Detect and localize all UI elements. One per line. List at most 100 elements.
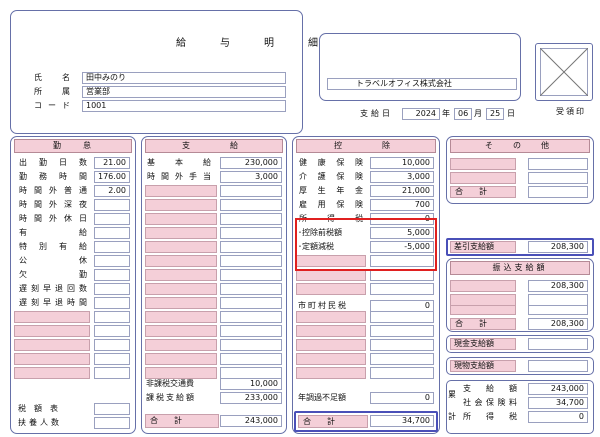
- other-row-field-2[interactable]: [528, 172, 588, 184]
- deduction-blank-field[interactable]: [370, 339, 434, 351]
- net-pay-label: 差引支給額: [450, 241, 516, 253]
- cash-label: 現金支給額: [450, 338, 516, 350]
- resident-tax-field[interactable]: 0: [370, 300, 434, 312]
- pay-blank-field[interactable]: [220, 227, 282, 239]
- company-name-field[interactable]: トラベルオフィス株式会社: [327, 78, 517, 90]
- taxable-total-field[interactable]: 233,000: [220, 392, 282, 404]
- dependents-field[interactable]: [94, 417, 130, 429]
- deduction-blank-field[interactable]: [370, 283, 434, 295]
- other-row-label-1: [450, 158, 516, 170]
- code-label: コード: [34, 101, 76, 110]
- pay-blank-field[interactable]: [220, 297, 282, 309]
- pay-row-field[interactable]: 3,000: [220, 171, 282, 183]
- attendance-row-field[interactable]: [94, 227, 130, 239]
- cumulative-row-label: 所得税: [463, 412, 517, 421]
- deduction-blank-label: [296, 311, 366, 323]
- attendance-blank-label: [14, 353, 90, 365]
- resident-tax-label: 市町村民税: [298, 301, 348, 310]
- attendance-blank-field[interactable]: [94, 353, 130, 365]
- nontax-commute-field[interactable]: 10,000: [220, 378, 282, 390]
- payday-year-field[interactable]: 2024: [402, 108, 440, 120]
- attendance-row-field[interactable]: [94, 269, 130, 281]
- cumulative-row-field[interactable]: 0: [528, 411, 588, 423]
- pay-total-field[interactable]: 243,000: [220, 415, 282, 427]
- other-row-label-2: [450, 172, 516, 184]
- deduction-row-field[interactable]: 700: [370, 199, 434, 211]
- transfer-row-field-3[interactable]: [528, 305, 588, 315]
- attendance-row-field[interactable]: 21.00: [94, 157, 130, 169]
- pay-blank-field[interactable]: [220, 269, 282, 281]
- attendance-row-label: 公休: [19, 256, 87, 265]
- dept-field[interactable]: 営業部: [82, 86, 286, 98]
- deduction-blank-field[interactable]: [370, 353, 434, 365]
- deduction-blank-field[interactable]: [370, 325, 434, 337]
- attendance-row-label: 遅刻早退回数: [19, 284, 87, 293]
- pay-blank-field[interactable]: [220, 241, 282, 253]
- attendance-row-label: 遅刻早退時間: [19, 298, 87, 307]
- yearend-adjust-field[interactable]: 0: [370, 392, 434, 404]
- deduction-blank-field[interactable]: [370, 367, 434, 379]
- attendance-row-label: 勤務時間: [19, 172, 87, 181]
- deduction-blank-field[interactable]: [370, 311, 434, 323]
- attendance-row-field[interactable]: 2.00: [94, 185, 130, 197]
- deduction-row-field[interactable]: 21,000: [370, 185, 434, 197]
- pay-blank-field[interactable]: [220, 213, 282, 225]
- deduction-row-field[interactable]: 3,000: [370, 171, 434, 183]
- other-row-field-1[interactable]: [528, 158, 588, 170]
- deduction-total-field[interactable]: 34,700: [370, 415, 434, 427]
- deduction-row-label: 厚生年金: [299, 186, 363, 195]
- transfer-row-label-3: [450, 305, 516, 315]
- tax-table-label: 税額表: [18, 404, 66, 413]
- attendance-blank-field[interactable]: [94, 367, 130, 379]
- tax-table-field[interactable]: [94, 403, 130, 415]
- deduction-row-label: 健康保険: [299, 158, 363, 167]
- transfer-row-field-1[interactable]: 208,300: [528, 280, 588, 292]
- taxable-total-label: 課税支給額: [146, 393, 196, 402]
- attendance-blank-field[interactable]: [94, 311, 130, 323]
- cumulative-row-field[interactable]: 243,000: [528, 383, 588, 395]
- payday-month-field[interactable]: 06: [454, 108, 472, 120]
- payday-day-field[interactable]: 25: [486, 108, 504, 120]
- transfer-total-field[interactable]: 208,300: [528, 318, 588, 330]
- cash-field[interactable]: [528, 338, 588, 350]
- pay-blank-label: [145, 339, 217, 351]
- transfer-header: 振込支給額: [450, 261, 590, 275]
- other-total-field[interactable]: [528, 186, 588, 198]
- goods-field[interactable]: [528, 360, 588, 372]
- attendance-row-field[interactable]: 176.00: [94, 171, 130, 183]
- code-field[interactable]: 1001: [82, 100, 286, 112]
- attendance-row-field[interactable]: [94, 199, 130, 211]
- pay-blank-field[interactable]: [220, 199, 282, 211]
- cumulative-row-field[interactable]: 34,700: [528, 397, 588, 409]
- attendance-row-field[interactable]: [94, 241, 130, 253]
- attendance-blank-label: [14, 311, 90, 323]
- stamp-placeholder-icon[interactable]: [540, 48, 588, 96]
- cumulative-row-label: 支給額: [463, 384, 517, 393]
- name-field[interactable]: 田中みのり: [82, 72, 286, 84]
- pay-blank-label: [145, 213, 217, 225]
- receipt-label: 受領印: [556, 107, 586, 116]
- attendance-row-field[interactable]: [94, 255, 130, 267]
- pay-blank-label: [145, 199, 217, 211]
- pay-row-label: 時間外手当: [147, 172, 211, 181]
- deduction-row-field[interactable]: 10,000: [370, 157, 434, 169]
- attendance-blank-field[interactable]: [94, 339, 130, 351]
- pay-blank-field[interactable]: [220, 185, 282, 197]
- pay-blank-field[interactable]: [220, 283, 282, 295]
- pay-blank-field[interactable]: [220, 353, 282, 365]
- pay-blank-field[interactable]: [220, 255, 282, 267]
- pay-blank-field[interactable]: [220, 325, 282, 337]
- dependents-label: 扶養人数: [18, 418, 62, 427]
- pay-blank-field[interactable]: [220, 311, 282, 323]
- pay-blank-field[interactable]: [220, 339, 282, 351]
- net-pay-field[interactable]: 208,300: [528, 241, 588, 253]
- cumulative-side-label: 累計: [448, 390, 456, 421]
- attendance-blank-field[interactable]: [94, 325, 130, 337]
- pay-row-field[interactable]: 230,000: [220, 157, 282, 169]
- attendance-row-field[interactable]: [94, 283, 130, 295]
- attendance-row-field[interactable]: [94, 213, 130, 225]
- pay-row-label: 基本給: [147, 158, 211, 167]
- attendance-row-field[interactable]: [94, 297, 130, 309]
- cumulative-row-label: 社会保険料: [463, 398, 517, 407]
- income-tax-highlight: [295, 218, 437, 271]
